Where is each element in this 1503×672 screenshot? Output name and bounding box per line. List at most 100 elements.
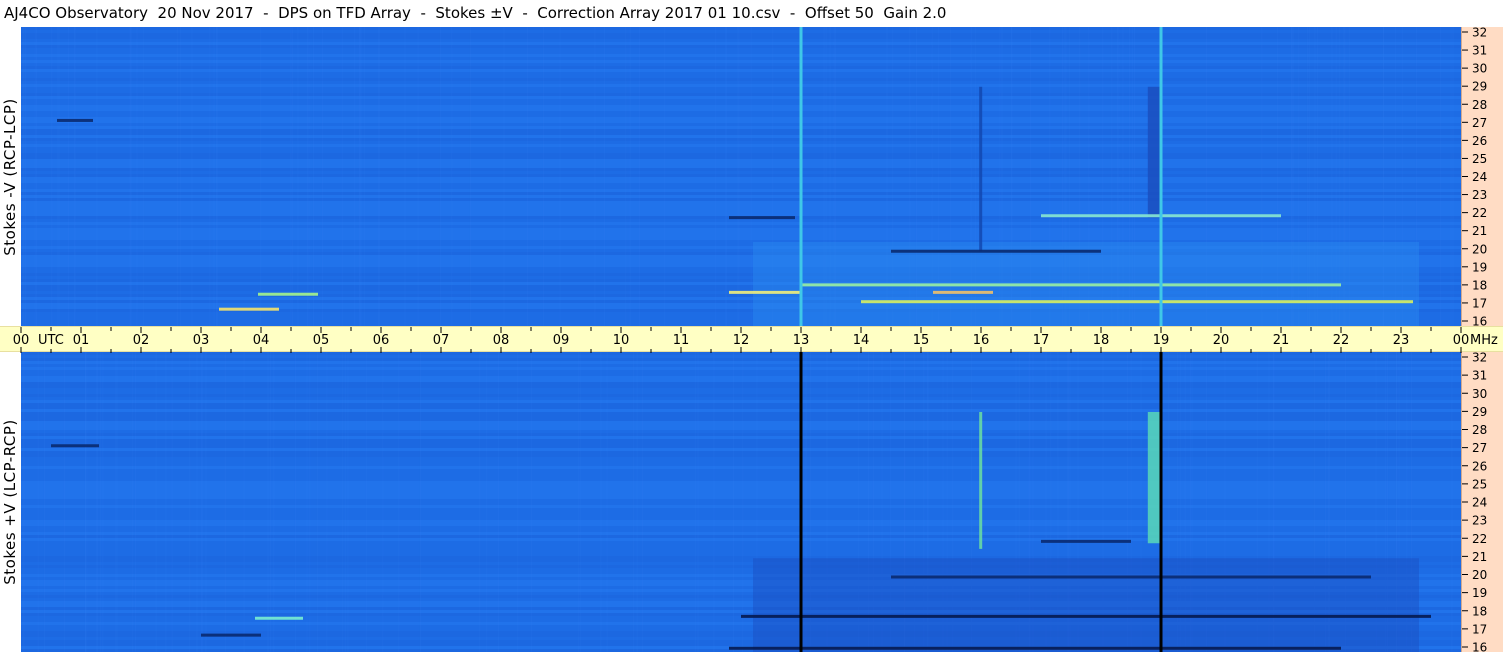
texture-column	[96, 27, 98, 326]
texture-column	[224, 352, 226, 652]
utc-time-axis-svg: 00 01 02 03 04 05 06 07 08 09 10 11 12 13 14 15 16 17 18 19…	[13, 327, 1498, 353]
texture-band	[21, 207, 1461, 210]
texture-band	[21, 499, 1461, 502]
texture-band	[21, 57, 1461, 60]
texture-band	[21, 198, 1461, 201]
texture-column	[321, 27, 323, 326]
vertical-burst-band	[1147, 412, 1160, 544]
texture-band	[21, 451, 1461, 454]
utc-tick-label: 02	[133, 333, 150, 348]
texture-band	[21, 433, 1461, 436]
utc-tick-label: 03	[193, 333, 210, 348]
texture-column	[306, 352, 308, 652]
texture-band	[21, 234, 1461, 237]
utc-tick-label: 14	[853, 333, 870, 348]
mhz-tick-label: 21	[1472, 550, 1487, 564]
texture-band	[21, 186, 1461, 189]
mhz-tick-label: 27	[1472, 116, 1487, 130]
texture-band	[21, 487, 1461, 490]
texture-column	[439, 27, 441, 326]
texture-band	[21, 150, 1461, 153]
texture-band	[21, 382, 1461, 385]
texture-column	[503, 27, 505, 326]
mhz-tick-label: 16	[1472, 641, 1487, 653]
texture-column	[604, 27, 606, 326]
texture-column	[294, 352, 296, 652]
texture-band	[21, 397, 1461, 400]
texture-band	[21, 427, 1461, 430]
utc-tick-label: 09	[553, 333, 570, 348]
texture-column	[309, 352, 311, 652]
texture-band	[21, 48, 1461, 51]
texture-column	[527, 27, 529, 326]
utc-tick-label: 21	[1273, 333, 1290, 348]
texture-band	[21, 358, 1461, 361]
texture-band	[21, 553, 1461, 556]
texture-column	[594, 27, 596, 326]
texture-column	[419, 352, 421, 652]
texture-column	[1450, 27, 1452, 326]
texture-column	[625, 27, 627, 326]
texture-band	[21, 168, 1461, 171]
texture-band	[21, 177, 1461, 180]
texture-band	[21, 460, 1461, 463]
texture-band	[21, 96, 1461, 99]
texture-band	[21, 406, 1461, 409]
mhz-tick-label: 20	[1472, 568, 1487, 582]
horizontal-streak	[255, 616, 303, 620]
horizontal-streak	[891, 249, 1101, 253]
utc-tick-label: 15	[913, 333, 930, 348]
texture-column	[291, 27, 293, 326]
texture-column	[359, 27, 361, 326]
mhz-tick-label: 23	[1472, 514, 1487, 528]
mhz-tick-label: 31	[1472, 44, 1487, 58]
texture-column	[189, 352, 191, 652]
texture-band	[21, 45, 1461, 48]
texture-band	[21, 210, 1461, 213]
texture-column	[290, 27, 292, 326]
texture-column	[344, 352, 346, 652]
texture-band	[21, 75, 1461, 78]
utc-tick-label: 10	[613, 333, 630, 348]
mhz-tick-label: 18	[1472, 278, 1487, 292]
texture-column	[742, 352, 744, 652]
vertical-burst-band	[979, 86, 983, 252]
texture-column	[129, 27, 131, 326]
mhz-axis-top-svg: 16 17 18 19 20 21 22 23 24 25 26 27 28 29 30 31 32	[1462, 27, 1487, 326]
texture-band	[21, 403, 1461, 406]
texture-band	[21, 544, 1461, 547]
texture-column	[479, 352, 481, 652]
texture-band	[21, 364, 1461, 367]
utc-tick-label: 05	[313, 333, 330, 348]
texture-column	[398, 352, 400, 652]
texture-band	[21, 228, 1461, 231]
spectrogram-bottom	[21, 352, 1461, 652]
texture-band	[21, 412, 1461, 415]
utc-tick-label: 01	[73, 333, 90, 348]
calibration-line	[1159, 27, 1163, 326]
texture-column	[116, 352, 118, 652]
utc-tick-label: 06	[373, 333, 390, 348]
texture-column	[312, 27, 314, 326]
texture-band	[21, 430, 1461, 433]
texture-column	[342, 352, 344, 652]
texture-band	[21, 204, 1461, 207]
texture-band	[21, 541, 1461, 544]
texture-band	[21, 129, 1461, 132]
texture-column	[360, 27, 362, 326]
texture-band	[21, 535, 1461, 538]
texture-column	[131, 352, 133, 652]
texture-column	[23, 27, 25, 326]
texture-band	[21, 99, 1461, 102]
texture-column	[417, 27, 419, 326]
texture-column	[134, 352, 136, 652]
texture-band	[21, 81, 1461, 84]
texture-band	[21, 174, 1461, 177]
utc-tick-label: 18	[1093, 333, 1110, 348]
texture-band	[21, 394, 1461, 397]
horizontal-streak	[729, 216, 795, 220]
texture-column	[270, 352, 272, 652]
texture-band	[21, 153, 1461, 156]
texture-column	[531, 352, 533, 652]
utc-tick-label: 11	[673, 333, 690, 348]
